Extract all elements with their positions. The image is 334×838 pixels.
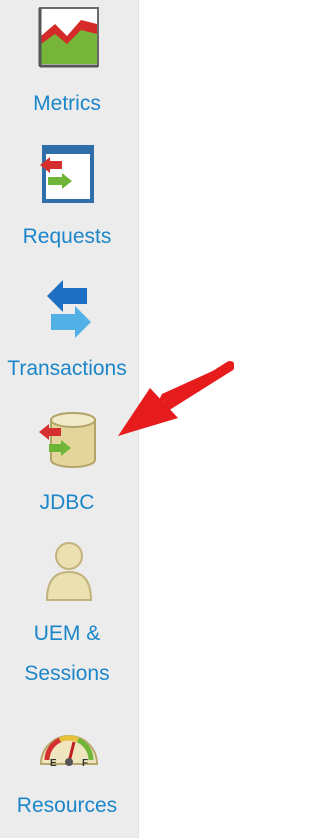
sidebar-item-label: Requests xyxy=(22,225,112,248)
requests-document-icon xyxy=(40,145,94,203)
sidebar-item-label-line2: Sessions xyxy=(24,662,110,685)
transactions-arrows-icon xyxy=(47,280,91,338)
sidebar-item-metrics[interactable]: Metrics xyxy=(0,0,138,125)
sidebar-item-label: Resources xyxy=(16,794,118,817)
sidebar-item-label: JDBC xyxy=(39,491,95,514)
sidebar-item-resources[interactable]: E F Resources xyxy=(0,702,138,838)
jdbc-database-icon xyxy=(39,412,96,468)
metrics-chart-icon xyxy=(38,7,99,68)
sidebar-item-label-line1: UEM & xyxy=(33,622,101,645)
red-pointer-arrow-icon xyxy=(118,361,234,436)
resources-gauge-icon: E F xyxy=(39,735,99,769)
user-sessions-icon xyxy=(45,542,93,601)
sidebar-item-uem-sessions[interactable]: UEM & Sessions xyxy=(0,522,138,702)
sidebar-item-label: Metrics xyxy=(33,92,101,115)
svg-text:E: E xyxy=(50,758,57,769)
svg-text:F: F xyxy=(82,758,88,769)
sidebar-item-requests[interactable]: Requests xyxy=(0,125,138,258)
